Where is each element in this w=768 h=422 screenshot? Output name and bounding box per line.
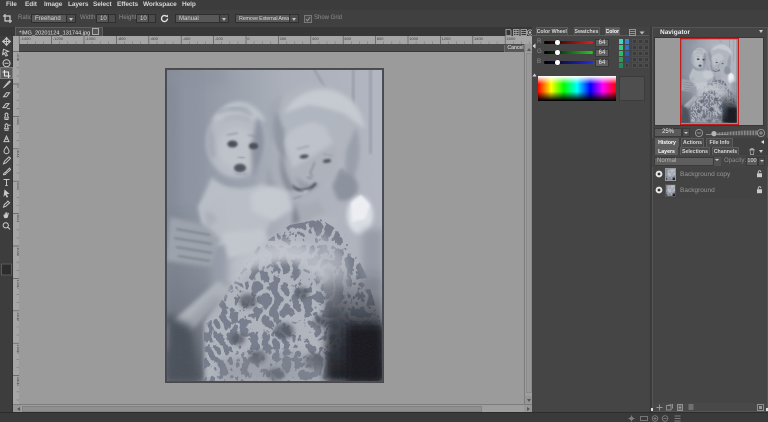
svg-text:1200: 1200 xyxy=(442,36,452,41)
svg-text:1400: 1400 xyxy=(474,36,484,41)
svg-text:600: 600 xyxy=(344,36,351,41)
svg-text:-200: -200 xyxy=(215,36,224,41)
svg-text:-800: -800 xyxy=(118,36,127,41)
svg-text:400: 400 xyxy=(312,36,319,41)
svg-text:200: 200 xyxy=(280,36,287,41)
svg-text:1000: 1000 xyxy=(409,36,419,41)
svg-text:-1400: -1400 xyxy=(20,36,31,41)
svg-text:-400: -400 xyxy=(182,36,191,41)
svg-text:-600: -600 xyxy=(150,36,159,41)
svg-text:-1200: -1200 xyxy=(53,36,64,41)
svg-text:-1000: -1000 xyxy=(85,36,96,41)
svg-text:800: 800 xyxy=(377,36,384,41)
svg-text:1600: 1600 xyxy=(506,36,516,41)
